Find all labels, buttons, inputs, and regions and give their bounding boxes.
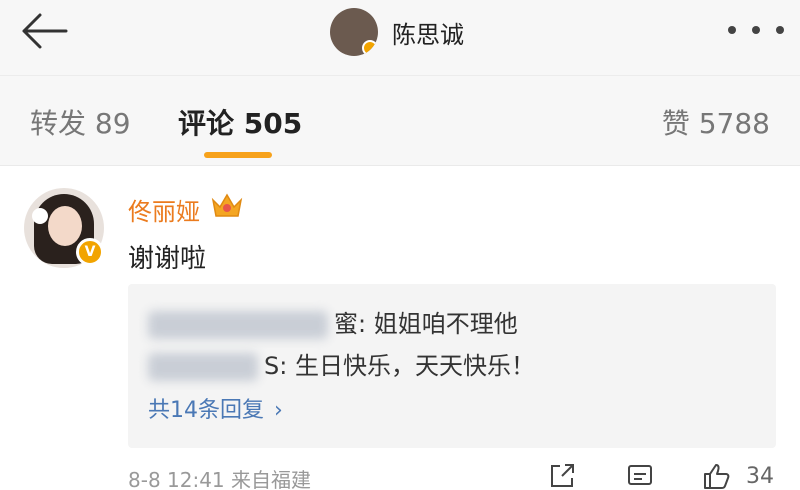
reply-author: S bbox=[264, 352, 280, 380]
tab-repost[interactable]: 转发 89 bbox=[30, 102, 131, 142]
crown-icon[interactable] bbox=[210, 190, 244, 222]
page-title: 陈思诚 bbox=[392, 20, 464, 49]
top-bar: 陈思诚 bbox=[0, 0, 800, 76]
comment-item: V 佟丽娅 谢谢啦 蜜: 姐姐咱不理他 S: 生日快乐，天天快乐！ 共14条回复… bbox=[0, 166, 800, 490]
more-replies-link[interactable]: 共14条回复 › bbox=[148, 392, 283, 424]
reply-text: : 生日快乐，天天快乐！ bbox=[279, 352, 535, 380]
more-replies-label: 共14条回复 bbox=[148, 398, 264, 423]
blurred-author bbox=[148, 311, 328, 339]
tab-bar: 转发 89 评论 505 赞 5788 bbox=[0, 76, 800, 166]
like-count: 34 bbox=[746, 464, 774, 489]
reply-preview-box[interactable]: 蜜: 姐姐咱不理他 S: 生日快乐，天天快乐！ 共14条回复 › bbox=[128, 284, 776, 448]
reply-text: : 姐姐咱不理他 bbox=[358, 310, 518, 338]
back-arrow-icon[interactable] bbox=[16, 10, 72, 52]
comment-username[interactable]: 佟丽娅 bbox=[128, 192, 200, 227]
avatar[interactable] bbox=[330, 8, 378, 56]
comment-icon[interactable] bbox=[626, 462, 654, 490]
reply-item[interactable]: S: 生日快乐，天天快乐！ bbox=[148, 346, 535, 381]
comment-timestamp: 8-8 12:41 来自福建 bbox=[128, 468, 312, 490]
reply-item[interactable]: 蜜: 姐姐咱不理他 bbox=[148, 304, 518, 339]
like-icon[interactable] bbox=[702, 462, 730, 490]
tab-comments[interactable]: 评论 505 bbox=[178, 102, 302, 142]
share-icon[interactable] bbox=[548, 462, 576, 490]
verified-badge-icon: V bbox=[76, 238, 104, 266]
profile-header[interactable]: 陈思诚 bbox=[330, 6, 464, 58]
comment-text: 谢谢啦 bbox=[128, 244, 207, 274]
active-tab-indicator bbox=[204, 152, 272, 158]
reply-author: 蜜 bbox=[334, 310, 358, 338]
blurred-author bbox=[148, 353, 258, 381]
more-dots-icon[interactable] bbox=[728, 18, 784, 42]
chevron-right-icon: › bbox=[274, 398, 283, 423]
verified-badge-icon bbox=[362, 40, 378, 56]
tab-likes[interactable]: 赞 5788 bbox=[662, 102, 770, 142]
